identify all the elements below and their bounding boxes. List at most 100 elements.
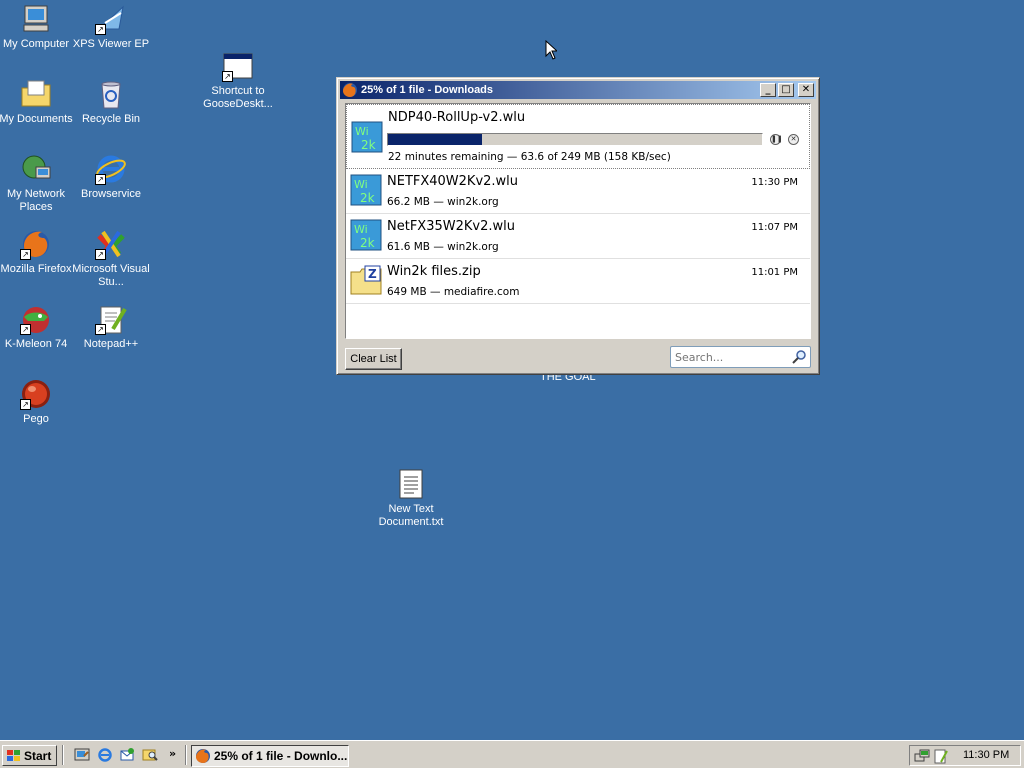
desktop-icon-label: XPS Viewer EP (72, 38, 150, 50)
desktop-icon-xps-viewer[interactable]: ↗ XPS Viewer EP (72, 3, 150, 51)
taskbar-separator (185, 745, 187, 765)
download-time: 11:30 PM (751, 177, 798, 188)
system-tray: 11:30 PM (909, 745, 1021, 766)
clock: 11:30 PM (963, 749, 1010, 761)
svg-text:Z: Z (368, 267, 377, 281)
visual-studio-icon: ↗ (95, 228, 127, 260)
shortcut-arrow-icon: ↗ (20, 249, 31, 260)
desktop-icon-label: Mozilla Firefox (0, 263, 72, 275)
download-meta: 61.6 MB — win2k.org (387, 241, 499, 253)
search-input[interactable] (675, 350, 785, 364)
desktop-icon-label: Notepad++ (83, 338, 139, 350)
shortcut-arrow-icon: ↗ (95, 174, 106, 185)
download-meta: 66.2 MB — win2k.org (387, 196, 499, 208)
notepad-tray-icon[interactable] (932, 748, 948, 764)
text-file-icon (395, 468, 427, 500)
downloads-list[interactable]: Wi 2k NDP40-RollUp-v2.wlu ❚❚ ✕ 22 minutes… (345, 103, 811, 339)
desktop-icon-label: Microsoft Visual Stu... (72, 263, 150, 288)
start-button[interactable]: Start (2, 745, 57, 766)
downloads-window[interactable]: 25% of 1 file - Downloads _ □ ✕ Wi 2k NDP… (336, 77, 820, 375)
taskbar-separator (62, 745, 64, 765)
network-tray-icon[interactable] (914, 748, 930, 764)
desktop-icon-notepadpp[interactable]: ↗ Notepad++ (72, 303, 150, 351)
download-time: 11:07 PM (751, 222, 798, 233)
desktop-icon-label: My Documents (0, 113, 73, 125)
quick-launch-overflow-icon[interactable]: » (169, 747, 176, 760)
taskbar-button-label: 25% of 1 file - Downlo... (214, 749, 348, 763)
svg-text:2k: 2k (361, 138, 376, 152)
shortcut-arrow-icon: ↗ (95, 324, 106, 335)
close-icon: ✕ (801, 84, 811, 95)
desktop-icon-visual-studio[interactable]: ↗ Microsoft Visual Stu... (72, 228, 150, 289)
documents-folder-icon (20, 78, 52, 110)
download-status: 22 minutes remaining — 63.6 of 249 MB (1… (388, 151, 671, 163)
svg-text:2k: 2k (360, 191, 375, 205)
network-icon (20, 153, 52, 185)
shortcut-arrow-icon: ↗ (95, 249, 106, 260)
download-item[interactable]: Wi 2k NetFX35W2Kv2.wlu 61.6 MB — win2k.or… (346, 214, 810, 259)
cancel-button[interactable]: ✕ (788, 134, 799, 145)
shortcut-arrow-icon: ↗ (20, 324, 31, 335)
maximize-button[interactable]: □ (778, 83, 794, 97)
desktop-icon-label: Pego (23, 413, 49, 425)
shortcut-arrow-icon: ↗ (222, 71, 233, 82)
desktop-icon-my-computer[interactable]: My Computer (0, 3, 75, 51)
close-button[interactable]: ✕ (798, 83, 814, 97)
ie-icon: ↗ (95, 153, 127, 185)
download-time: 11:01 PM (751, 267, 798, 278)
progress-fill (388, 134, 482, 145)
window-shortcut-icon: ↗ (222, 50, 254, 82)
svg-text:2k: 2k (360, 236, 375, 250)
taskbar-button-downloads[interactable]: 25% of 1 file - Downlo... (191, 745, 349, 767)
desktop-icon-label: Browservice (81, 188, 141, 200)
search-icon (792, 350, 806, 364)
pause-icon: ❚❚ (771, 135, 783, 143)
explorer-search-icon[interactable] (142, 747, 158, 763)
win2k-file-icon: Wi2k (350, 174, 382, 206)
desktop-icon-my-documents[interactable]: My Documents (0, 78, 75, 126)
clear-list-button[interactable]: Clear List (345, 348, 402, 370)
desktop-icon-firefox[interactable]: ↗ Mozilla Firefox (0, 228, 75, 276)
windows-logo-icon (7, 749, 20, 761)
desktop-icon-network-places[interactable]: My Network Places (0, 153, 75, 214)
desktop-icon-label: My Network Places (6, 188, 66, 213)
download-item-active[interactable]: Wi 2k NDP40-RollUp-v2.wlu ❚❚ ✕ 22 minutes… (346, 104, 810, 169)
download-filename: NDP40-RollUp-v2.wlu (388, 110, 526, 125)
download-filename: Win2k files.zip (387, 264, 481, 279)
desktop-icon-label: New Text Document.txt (378, 503, 444, 528)
outlook-express-icon[interactable] (119, 747, 135, 763)
mouse-cursor-icon (545, 40, 557, 60)
desktop-icon-pego[interactable]: ↗ Pego (0, 378, 75, 426)
k-meleon-icon: ↗ (20, 303, 52, 335)
desktop-icon-label: K-Meleon 74 (4, 338, 68, 350)
zip-folder-icon: Z (350, 265, 382, 295)
taskbar: Start » 25% of 1 file - Downlo... 11:30 … (0, 740, 1024, 768)
desktop-icon-k-meleon[interactable]: ↗ K-Meleon 74 (0, 303, 75, 351)
desktop-icon-label: Shortcut to GooseDeskt... (203, 85, 273, 110)
notepadpp-icon: ↗ (95, 303, 127, 335)
show-desktop-icon[interactable] (74, 747, 90, 763)
download-filename: NETFX40W2Kv2.wlu (387, 174, 519, 189)
desktop-icon-recycle-bin[interactable]: Recycle Bin (72, 78, 150, 126)
desktop-icon-new-text-document[interactable]: New Text Document.txt (372, 468, 450, 529)
win2k-file-icon: Wi2k (350, 219, 382, 251)
desktop-icon-label: Recycle Bin (81, 113, 141, 125)
desktop-icon-label: My Computer (2, 38, 70, 50)
desktop-icon-browservice[interactable]: ↗ Browservice (72, 153, 150, 201)
desktop-icon-goose-shortcut[interactable]: ↗ Shortcut to GooseDeskt... (199, 50, 277, 111)
download-item[interactable]: Wi 2k NETFX40W2Kv2.wlu 66.2 MB — win2k.or… (346, 169, 810, 214)
window-title: 25% of 1 file - Downloads (361, 84, 494, 96)
download-item[interactable]: Z Win2k files.zip 649 MB — mediafire.com… (346, 259, 810, 304)
minimize-button[interactable]: _ (760, 83, 776, 97)
svg-text:Wi: Wi (354, 223, 368, 236)
cancel-icon: ✕ (790, 135, 797, 143)
start-label: Start (24, 748, 52, 763)
pego-icon: ↗ (20, 378, 52, 410)
search-box[interactable] (670, 346, 811, 368)
minimize-icon: _ (765, 84, 771, 95)
ie-icon[interactable] (97, 747, 113, 763)
title-bar[interactable]: 25% of 1 file - Downloads _ □ ✕ (340, 81, 816, 99)
svg-text:Wi: Wi (354, 178, 368, 191)
pause-button[interactable]: ❚❚ (770, 134, 783, 145)
download-meta: 649 MB — mediafire.com (387, 286, 520, 298)
